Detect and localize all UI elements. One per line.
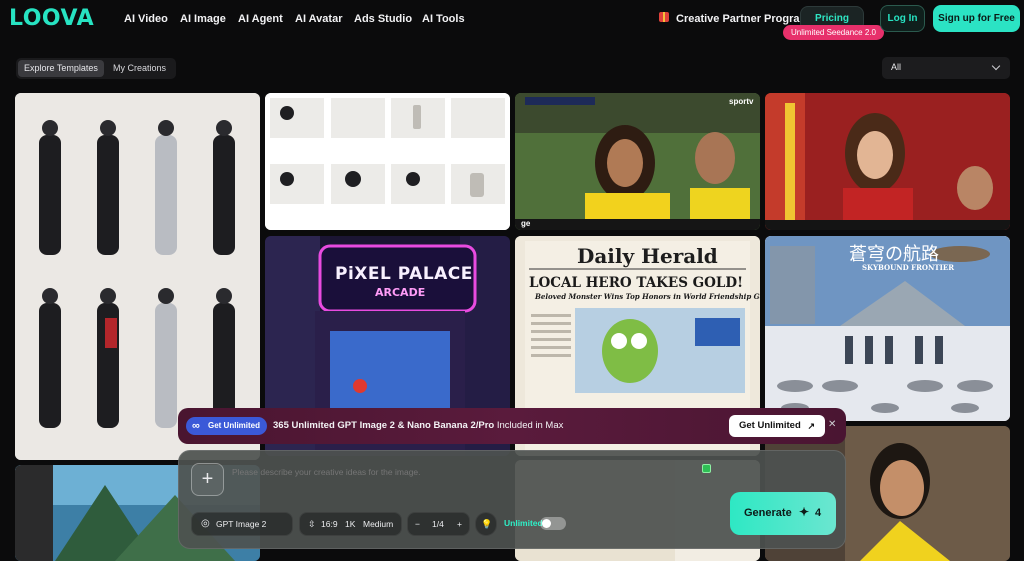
lightbulb-icon: 💡 [481,519,493,529]
nav-ai-video[interactable]: AI Video [124,13,168,26]
format-selector[interactable]: ⇳ 16:9 1K Medium [299,512,402,536]
quality-value: Medium [363,519,394,529]
top-nav: LOOVA AI Video AI Image AI Agent AI Avat… [0,0,1024,40]
promo-message-suffix: Included in Max [496,420,564,431]
tab-explore-templates[interactable]: Explore Templates [18,60,104,77]
get-unlimited-button[interactable]: Get Unlimited ↗ [729,415,825,437]
image-count-value: 1/4 [432,519,444,529]
template-card-sports-fans[interactable]: sportv ge [515,93,760,230]
newspaper-subhead: Beloved Monster Wins Top Honors in World… [535,292,760,301]
get-unlimited-pill[interactable]: ∞ Get Unlimited [186,417,268,435]
arrow-up-right-icon: ↗ [807,421,815,431]
login-button[interactable]: Log In [880,5,925,32]
sports-fans-image [515,93,760,230]
model-icon: ◎ [201,518,210,529]
brand-logo[interactable]: LOOVA [9,7,94,31]
idea-button[interactable]: 💡 [475,512,497,536]
unlimited-promo-banner: ∞ Get Unlimited 365 Unlimited GPT Image … [178,408,846,444]
product-shots-image [265,93,510,230]
newspaper-headline: LOCAL HERO TAKES GOLD! [529,275,744,291]
broadcaster-logo: sportv [729,97,754,106]
gift-icon [659,12,669,22]
prompt-input[interactable] [232,467,702,477]
template-card-skybound[interactable]: 蒼穹の航路 SKYBOUND FRONTIER [765,236,1010,421]
broadcast-ticker: ge [521,219,531,228]
promo-message-main: 365 Unlimited GPT Image 2 & Nano Banana … [273,420,495,431]
category-select-value: All [891,62,902,72]
prompt-composer: + ◎ GPT Image 2 ⇳ 16:9 1K Medium − 1/4 +… [178,450,846,549]
pricing-promo-badge: Unlimited Seedance 2.0 [783,25,884,40]
aspect-ratio-value: 16:9 [321,519,338,529]
unlimited-toggle[interactable] [540,517,566,530]
get-unlimited-button-label: Get Unlimited [739,420,801,431]
generate-button-label: Generate [744,507,792,519]
chevron-down-icon [991,61,1001,71]
assistant-icon[interactable] [702,464,711,473]
character-sheet-image [15,93,260,460]
newspaper-masthead: Daily Herald [577,244,718,268]
credit-cost: 4 [815,507,822,519]
arcade-sign-title: PiXEL PALACE [335,264,473,284]
gallery-tabs: Explore Templates My Creations [16,58,176,79]
nav-ads-studio[interactable]: Ads Studio [354,13,412,26]
model-selector-label: GPT Image 2 [216,519,267,529]
decrement-button[interactable]: − [415,513,420,535]
tab-my-creations[interactable]: My Creations [107,60,172,77]
infinity-icon: ∞ [192,420,200,432]
sparkle-icon: ✦ [799,505,810,519]
category-select[interactable]: All [882,57,1010,79]
spain-fans-image [765,93,1010,230]
increment-button[interactable]: + [457,513,462,535]
image-count-stepper: − 1/4 + [407,512,470,536]
nav-ai-agent[interactable]: AI Agent [238,13,283,26]
arcade-sign-subtitle: ARCADE [375,286,426,299]
unlimited-label: Unlimited [504,518,543,528]
signup-button[interactable]: Sign up for Free [933,5,1020,32]
model-selector[interactable]: ◎ GPT Image 2 [191,512,293,536]
nav-ai-tools[interactable]: AI Tools [422,13,465,26]
promo-message: 365 Unlimited GPT Image 2 & Nano Banana … [273,420,563,431]
skybound-subtitle: SKYBOUND FRONTIER [862,263,955,272]
close-icon[interactable]: ✕ [828,419,836,430]
nav-ai-avatar[interactable]: AI Avatar [295,13,342,26]
template-card-product-shots[interactable] [265,93,510,230]
nav-ai-image[interactable]: AI Image [180,13,226,26]
resolution-value: 1K [345,519,356,529]
template-card-character-sheet[interactable] [15,93,260,460]
template-card-spain-fans[interactable] [765,93,1010,230]
add-reference-button[interactable]: + [191,463,224,496]
generate-button[interactable]: Generate ✦ 4 [730,492,836,535]
get-unlimited-pill-label: Get Unlimited [208,421,261,430]
aspect-ratio-icon: ⇳ [308,519,316,529]
